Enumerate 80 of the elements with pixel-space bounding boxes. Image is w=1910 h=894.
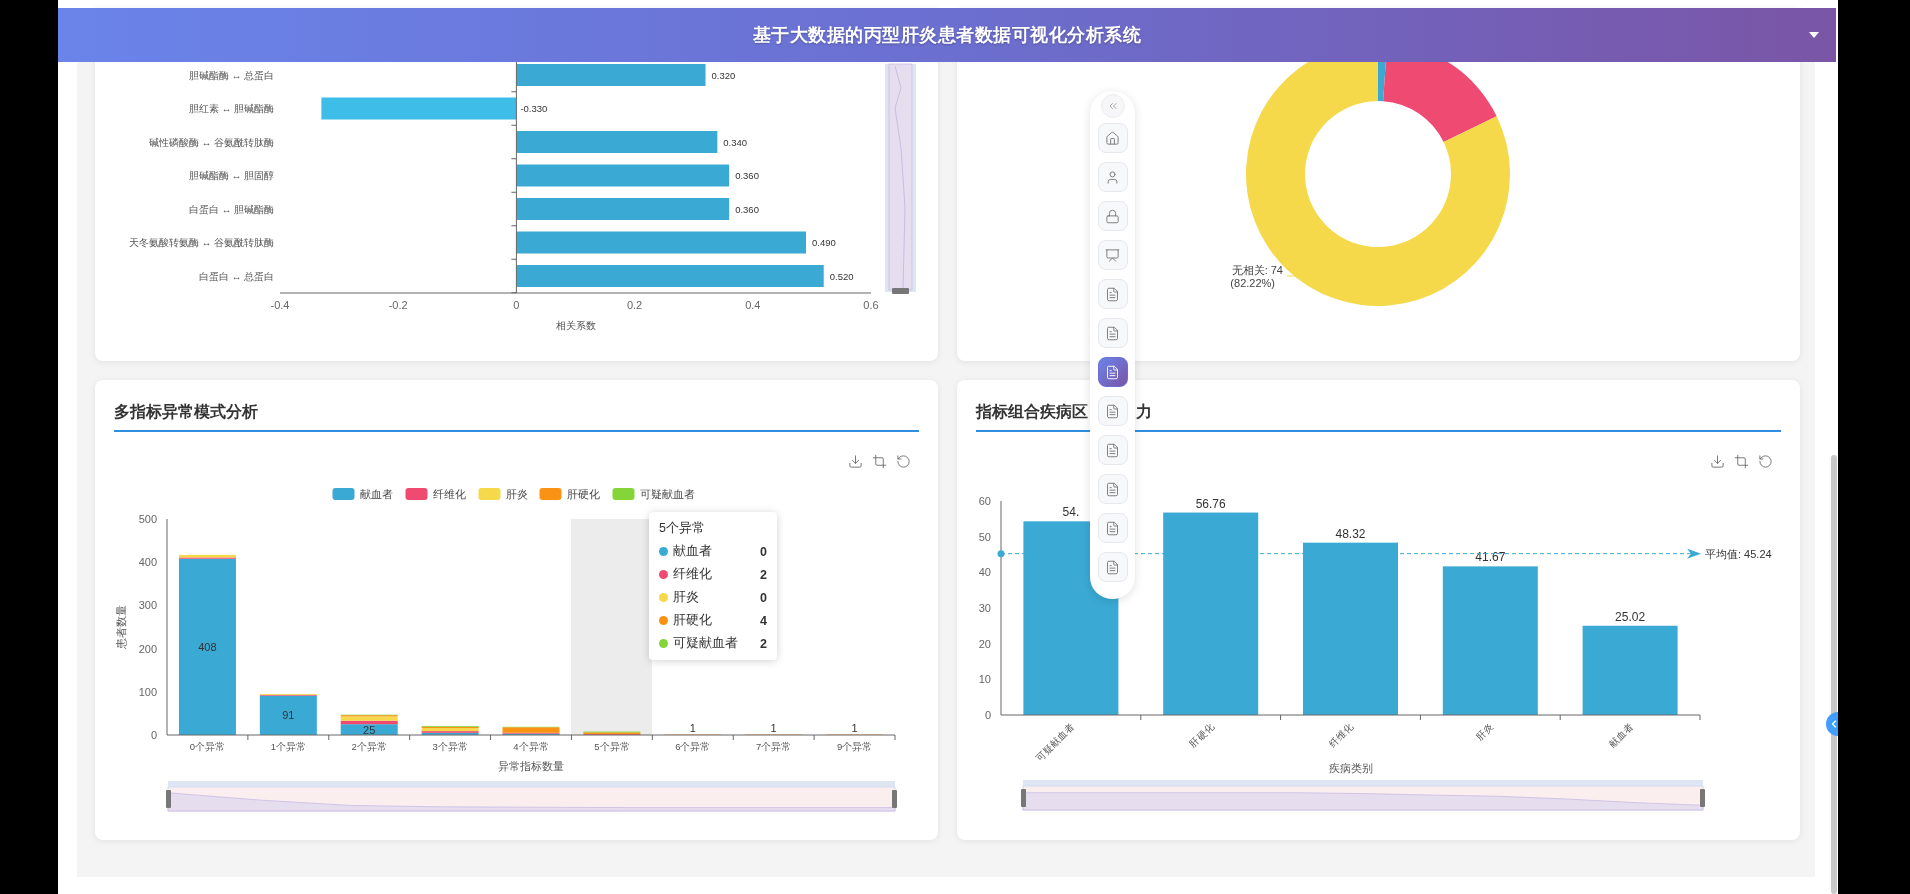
series-name: 纤维化 xyxy=(673,566,713,583)
axis-title: 疾病类别 xyxy=(1328,762,1373,774)
category-label: 白蛋白 ↔ 总蛋白 xyxy=(199,270,274,282)
value-label: 56.76 xyxy=(1195,496,1226,511)
tick-label: 0.2 xyxy=(626,299,643,311)
card-title: 多指标异常模式分析 xyxy=(114,401,258,422)
value-label: 0.340 xyxy=(723,136,748,148)
category-label: 5个异常 xyxy=(594,741,630,752)
tick-label: 60 xyxy=(978,495,991,507)
series-name: 肝硬化 xyxy=(673,612,713,629)
tick-label: -0.2 xyxy=(388,299,408,311)
category-label: 天冬氨酸转氨酶 ↔ 谷氨酰转肽酶 xyxy=(129,237,274,248)
category-label: 碱性磷酸酶 ↔ 谷氨酰转肽酶 xyxy=(149,136,274,148)
value-label: 25.02 xyxy=(1615,609,1646,624)
app-title: 基于大数据的丙型肝炎患者数据可视化分析系统 xyxy=(752,24,1142,47)
axis-title: 患者数量 xyxy=(115,605,127,649)
tick-label: 500 xyxy=(138,513,157,525)
category-label: 可疑献血者 xyxy=(1033,720,1077,764)
tick-label: 0 xyxy=(513,299,520,311)
value-label: 48.32 xyxy=(1335,526,1366,541)
category-label: 献血者 xyxy=(1606,720,1636,750)
series-value: 2 xyxy=(760,567,767,582)
tick-label: 400 xyxy=(138,556,157,569)
value-label: 0.490 xyxy=(812,237,836,248)
series-value: 4 xyxy=(760,613,767,628)
value-label: 1 xyxy=(770,721,777,734)
category-label: 2个异常 xyxy=(351,741,387,752)
tick-label: 100 xyxy=(138,685,157,698)
category-label: 纤维化 xyxy=(1326,720,1356,750)
tick-label: 300 xyxy=(138,599,157,612)
category-label: 1个异常 xyxy=(270,741,306,752)
tick-label: 0 xyxy=(150,729,157,741)
category-label: 7个异常 xyxy=(756,741,792,752)
axis-title: 异常指标数量 xyxy=(498,760,564,772)
category-label: 4个异常 xyxy=(513,741,549,752)
value-label: 0.360 xyxy=(735,203,759,215)
tick-label: 200 xyxy=(138,642,157,655)
tick-label: 30 xyxy=(978,602,991,614)
slice-label: 无相关: 74 xyxy=(1231,264,1283,276)
axis-title: 相关系数 xyxy=(555,320,596,331)
category-label: 3个异常 xyxy=(432,741,468,752)
mean-label: 平均值: 45.24 xyxy=(1705,547,1772,560)
category-label: 6个异常 xyxy=(675,741,711,752)
tooltip-title: 5个异常 xyxy=(659,520,706,537)
series-name: 献血者 xyxy=(673,543,713,560)
value-label: 0.360 xyxy=(735,170,759,181)
tick-label: 20 xyxy=(978,637,991,650)
card-title: 力 xyxy=(1136,401,1152,422)
category-label: 肝硬化 xyxy=(1187,720,1217,750)
value-label: 1 xyxy=(851,721,858,734)
value-label: 41.67 xyxy=(1475,550,1506,565)
series-name: 肝炎 xyxy=(673,589,700,606)
tick-label: 50 xyxy=(978,530,991,543)
tick-label: 0.4 xyxy=(745,299,761,311)
category-label: 胆碱酯酶 ↔ 总蛋白 xyxy=(189,69,274,81)
series-name: 可疑献血者 xyxy=(673,635,739,652)
card-title: 指标组合疾病区 xyxy=(976,401,1088,422)
value-label: 25 xyxy=(363,723,376,736)
tick-label: -0.4 xyxy=(270,299,290,311)
category-label: 胆红素 ↔ 胆碱酯酶 xyxy=(189,103,274,114)
category-label: 肝炎 xyxy=(1473,720,1496,743)
value-label: 91 xyxy=(282,709,295,722)
category-label: 0个异常 xyxy=(189,741,226,752)
series-value: 0 xyxy=(760,590,767,605)
tick-label: 0 xyxy=(984,709,991,721)
value-label: -0.330 xyxy=(520,103,548,114)
tick-label: 10 xyxy=(978,673,991,686)
value-label: 0.520 xyxy=(829,270,854,282)
value-label: 0.320 xyxy=(711,69,736,81)
series-value: 0 xyxy=(760,544,767,559)
value-label: 1 xyxy=(689,721,696,734)
category-label: 9个异常 xyxy=(836,741,873,752)
slice-label: (82.22%) xyxy=(1230,277,1275,289)
series-value: 2 xyxy=(760,636,767,651)
category-label: 胆碱酯酶 ↔ 胆固醇 xyxy=(189,170,274,181)
tick-label: 40 xyxy=(978,566,991,579)
tick-label: 0.6 xyxy=(863,299,879,311)
value-label: 408 xyxy=(198,640,217,653)
category-label: 白蛋白 ↔ 胆碱酯酶 xyxy=(189,203,274,215)
value-label: 54. xyxy=(1062,505,1080,520)
